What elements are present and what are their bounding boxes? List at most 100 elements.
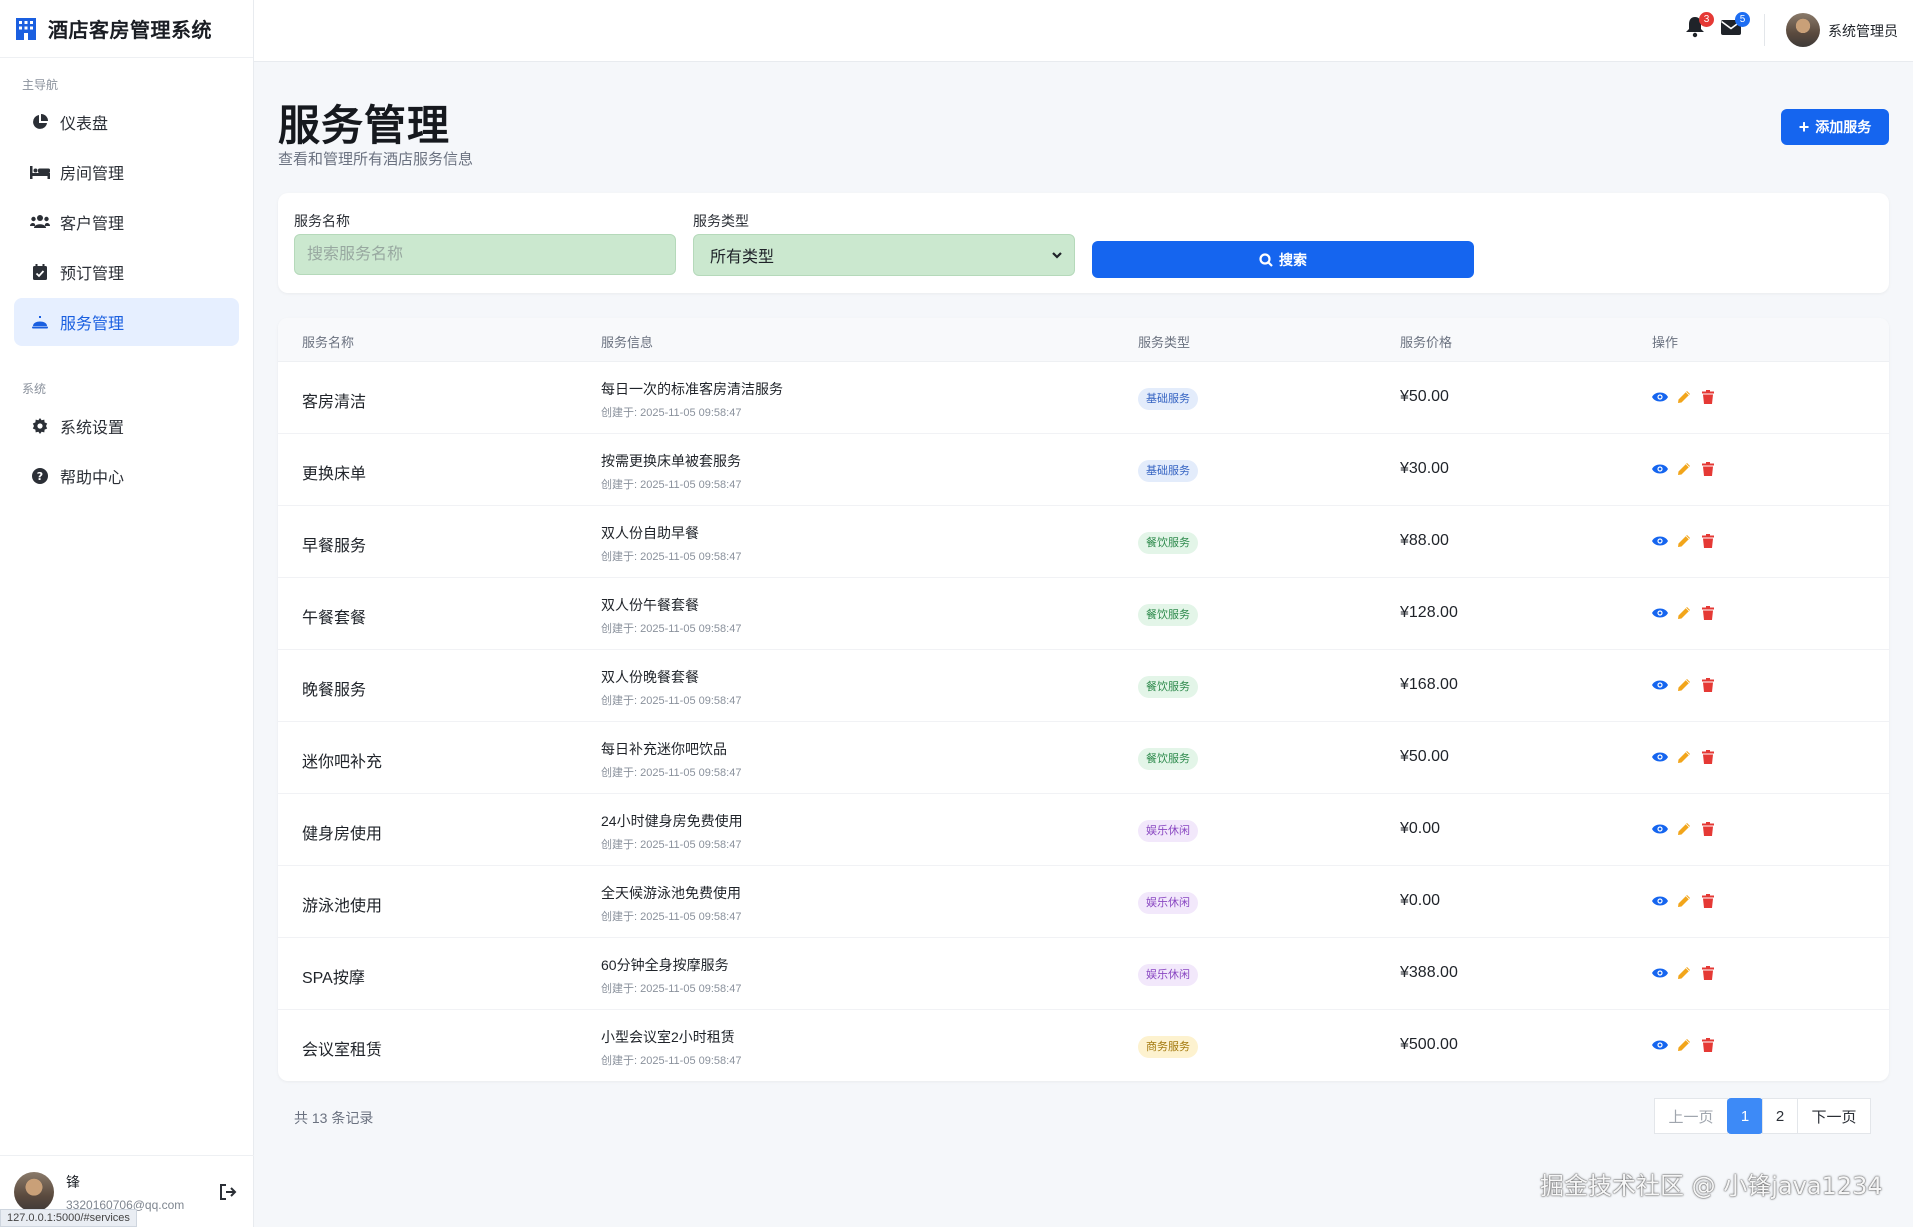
brand[interactable]: 酒店客房管理系统 xyxy=(0,0,253,58)
edit-button[interactable] xyxy=(1676,965,1692,981)
row-actions xyxy=(1652,677,1716,693)
bed-icon xyxy=(30,162,50,182)
service-name: SPA按摩 xyxy=(302,970,365,987)
delete-button[interactable] xyxy=(1700,749,1716,765)
row-actions xyxy=(1652,605,1716,621)
view-button[interactable] xyxy=(1652,893,1668,909)
search-button-label: 搜索 xyxy=(1279,251,1307,268)
view-button[interactable] xyxy=(1652,677,1668,693)
service-description: 按需更换床单被套服务 xyxy=(601,453,741,469)
table-row: 迷你吧补充 每日补充迷你吧饮品 创建于: 2025-11-05 09:58:47 餐饮… xyxy=(278,722,1889,794)
edit-button[interactable] xyxy=(1676,677,1692,693)
edit-button[interactable] xyxy=(1676,821,1692,837)
sidebar-item-dashboard[interactable]: 仪表盘 xyxy=(14,98,239,146)
table-row: 早餐服务 双人份自助早餐 创建于: 2025-11-05 09:58:47 餐饮服务 ¥… xyxy=(278,506,1889,578)
avatar[interactable] xyxy=(1786,13,1820,47)
top-user-name[interactable]: 系统管理员 xyxy=(1828,21,1898,41)
view-button[interactable] xyxy=(1652,965,1668,981)
sidebar-item-customers[interactable]: 客户管理 xyxy=(14,198,239,246)
view-button[interactable] xyxy=(1652,1037,1668,1053)
column-header: 服务信息 xyxy=(601,335,654,350)
service-type-badge: 基础服务 xyxy=(1138,460,1198,482)
delete-button[interactable] xyxy=(1700,821,1716,837)
delete-button[interactable] xyxy=(1700,389,1716,405)
delete-button[interactable] xyxy=(1700,605,1716,621)
view-button[interactable] xyxy=(1652,389,1668,405)
chevron-down-icon xyxy=(1052,252,1062,259)
pencil-icon xyxy=(1678,895,1690,907)
pencil-icon xyxy=(1678,967,1690,979)
trash-icon xyxy=(1702,966,1714,980)
pencil-icon xyxy=(1678,391,1690,403)
pencil-icon xyxy=(1678,1039,1690,1051)
avatar xyxy=(14,1171,54,1212)
svg-text:?: ? xyxy=(37,470,43,483)
service-price: ¥88.00 xyxy=(1400,532,1449,549)
delete-button[interactable] xyxy=(1700,677,1716,693)
watermark: 掘金技术社区 @ 小锋java1234 xyxy=(1540,1172,1883,1200)
service-type-select[interactable]: 所有类型 xyxy=(693,234,1075,276)
pie-chart-icon xyxy=(30,112,50,132)
service-price: ¥0.00 xyxy=(1400,820,1441,837)
service-name: 游泳池使用 xyxy=(302,898,383,915)
sidebar-item-settings[interactable]: 系统设置 xyxy=(14,402,239,450)
delete-button[interactable] xyxy=(1700,965,1716,981)
created-time: 创建于: 2025-11-05 09:58:47 xyxy=(601,1055,742,1067)
service-price: ¥0.00 xyxy=(1400,892,1441,909)
sidebar: 酒店客房管理系统 主导航 仪表盘 房间管理 客户管理 预订管理 服务管理 系统 xyxy=(0,0,254,1227)
sidebar-item-bookings[interactable]: 预订管理 xyxy=(14,248,239,296)
status-url: 127.0.0.1:5000/#services xyxy=(0,1209,137,1227)
service-description: 全天候游泳池免费使用 xyxy=(601,885,741,901)
edit-button[interactable] xyxy=(1676,749,1692,765)
edit-button[interactable] xyxy=(1676,461,1692,477)
delete-button[interactable] xyxy=(1700,1037,1716,1053)
column-header: 服务类型 xyxy=(1138,335,1191,350)
add-service-button[interactable]: + 添加服务 xyxy=(1781,109,1889,145)
column-header: 服务价格 xyxy=(1400,335,1453,350)
trash-icon xyxy=(1702,750,1714,764)
edit-button[interactable] xyxy=(1676,605,1692,621)
edit-button[interactable] xyxy=(1676,1037,1692,1053)
search-button[interactable]: 搜索 xyxy=(1092,241,1474,278)
delete-button[interactable] xyxy=(1700,893,1716,909)
app-title: 酒店客房管理系统 xyxy=(48,20,212,42)
calendar-icon xyxy=(30,262,50,282)
sidebar-item-rooms[interactable]: 房间管理 xyxy=(14,148,239,196)
view-button[interactable] xyxy=(1652,821,1668,837)
page-button-1[interactable]: 1 xyxy=(1727,1098,1763,1134)
notifications-button[interactable]: 3 xyxy=(1684,12,1714,40)
service-type-badge: 餐饮服务 xyxy=(1138,748,1198,770)
created-time: 创建于: 2025-11-05 09:58:47 xyxy=(601,911,742,923)
sidebar-item-label: 系统设置 xyxy=(60,420,125,437)
table-header: 服务名称 服务信息 服务类型 服务价格 操作 xyxy=(278,318,1889,362)
service-name-input[interactable] xyxy=(294,234,676,275)
view-button[interactable] xyxy=(1652,533,1668,549)
edit-button[interactable] xyxy=(1676,533,1692,549)
edit-button[interactable] xyxy=(1676,389,1692,405)
page-button-2[interactable]: 2 xyxy=(1762,1098,1798,1134)
sidebar-item-services[interactable]: 服务管理 xyxy=(14,298,239,346)
service-name: 客房清洁 xyxy=(302,394,367,411)
prev-page-button[interactable]: 上一页 xyxy=(1654,1098,1728,1134)
type-filter-label: 服务类型 xyxy=(693,213,749,229)
edit-button[interactable] xyxy=(1676,893,1692,909)
add-service-label: 添加服务 xyxy=(1815,119,1872,135)
eye-icon xyxy=(1652,968,1668,978)
view-button[interactable] xyxy=(1652,461,1668,477)
message-badge: 5 xyxy=(1735,12,1750,27)
service-name: 健身房使用 xyxy=(302,826,383,843)
row-actions xyxy=(1652,821,1716,837)
messages-button[interactable]: 5 xyxy=(1720,12,1750,40)
next-page-button[interactable]: 下一页 xyxy=(1797,1098,1871,1134)
delete-button[interactable] xyxy=(1700,533,1716,549)
delete-button[interactable] xyxy=(1700,461,1716,477)
view-button[interactable] xyxy=(1652,605,1668,621)
service-description: 双人份午餐套餐 xyxy=(601,597,699,613)
view-button[interactable] xyxy=(1652,749,1668,765)
logout-icon[interactable] xyxy=(218,1182,238,1202)
pencil-icon xyxy=(1678,463,1690,475)
eye-icon xyxy=(1652,536,1668,546)
row-actions xyxy=(1652,1037,1716,1053)
trash-icon xyxy=(1702,390,1714,404)
sidebar-item-help[interactable]: ? 帮助中心 xyxy=(14,452,239,500)
